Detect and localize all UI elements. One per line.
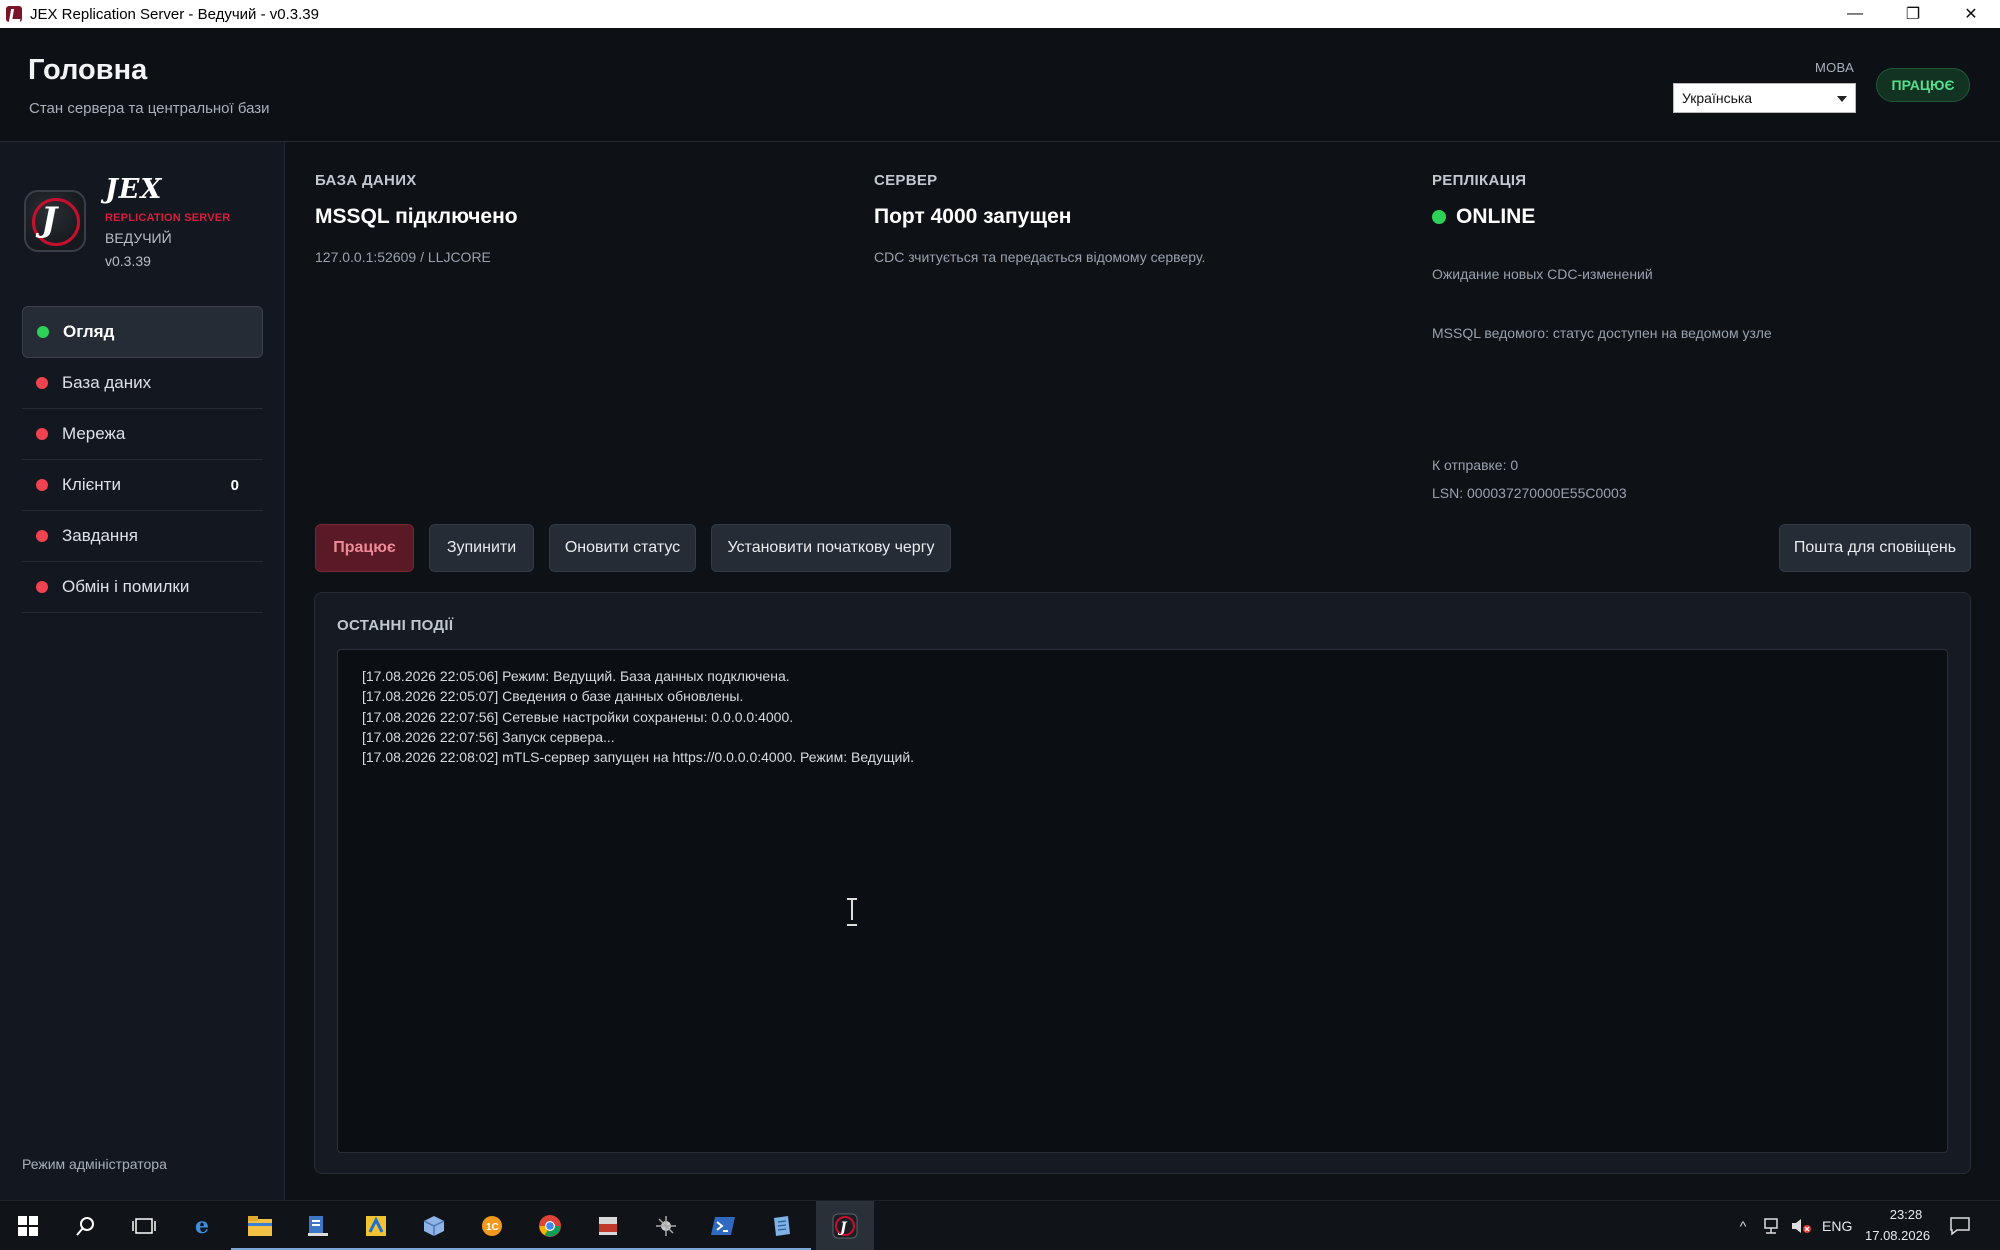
sidebar-nav: Огляд База даних Мережа Клієнти 0 Завдан… xyxy=(22,306,263,613)
close-button[interactable]: ✕ xyxy=(1942,0,2000,28)
language-select-value: Українська xyxy=(1682,90,1753,106)
notifications-icon[interactable] xyxy=(1944,1210,1976,1242)
running-button[interactable]: Працює xyxy=(315,524,414,572)
sidebar: J JEX REPLICATION SERVER ВЕДУЧИЙ v0.3.39… xyxy=(0,142,285,1200)
logo: J xyxy=(24,190,86,252)
window-controls: — ❐ ✕ xyxy=(1826,0,2000,28)
server-card: СЕРВЕР Порт 4000 запущен CDC зчитується … xyxy=(874,172,1205,265)
file-explorer-icon[interactable] xyxy=(231,1210,289,1250)
clock-time[interactable]: 23:28 xyxy=(1878,1207,1934,1222)
refresh-status-button[interactable]: Оновити статус xyxy=(549,524,696,572)
jex-taskbar-icon[interactable]: J xyxy=(816,1201,874,1250)
window-titlebar: JEX Replication Server - Ведучий - v0.3.… xyxy=(0,0,2000,28)
status-dot-icon xyxy=(36,581,48,593)
app-icon-5[interactable] xyxy=(579,1210,637,1250)
sidebar-item-network[interactable]: Мережа xyxy=(22,409,263,460)
sidebar-item-overview[interactable]: Огляд xyxy=(22,306,263,358)
replication-status-text: ONLINE xyxy=(1456,205,1536,228)
replication-card: РЕПЛІКАЦІЯ ONLINE Ожидание новых CDC-изм… xyxy=(1432,172,1952,501)
app-icon xyxy=(6,6,22,22)
app-icon-4[interactable]: 1C xyxy=(463,1210,521,1250)
chevron-down-icon xyxy=(1837,96,1847,102)
task-view-icon[interactable] xyxy=(128,1210,160,1242)
windows-start-icon[interactable] xyxy=(12,1210,44,1242)
notification-email-button[interactable]: Пошта для сповіщень xyxy=(1779,524,1971,572)
chevron-up-icon[interactable]: ^ xyxy=(1727,1210,1759,1242)
server-card-note: CDC зчитується та передається відомому с… xyxy=(874,249,1206,265)
sidebar-item-label: Обмін і помилки xyxy=(62,577,190,596)
online-status-icon xyxy=(1432,210,1446,224)
clock-date[interactable]: 17.08.2026 xyxy=(1865,1228,1930,1243)
status-dot-icon xyxy=(37,326,49,338)
input-language-indicator[interactable]: ENG xyxy=(1822,1218,1852,1234)
database-card: БАЗА ДАНИХ MSSQL підключено 127.0.0.1:52… xyxy=(315,172,518,265)
brand-subtitle: REPLICATION SERVER xyxy=(105,212,231,224)
recent-events-panel: ОСТАННІ ПОДІЇ [17.08.2026 22:05:06] Режи… xyxy=(314,592,1971,1174)
brand-role: ВЕДУЧИЙ xyxy=(105,230,172,246)
app-icon-7[interactable] xyxy=(753,1210,811,1250)
replication-note-waiting: Ожидание новых CDC-изменений xyxy=(1432,266,1653,282)
replication-lsn: LSN: 000037270000E55C0003 xyxy=(1432,485,1627,501)
events-log[interactable]: [17.08.2026 22:05:06] Режим: Ведущий. Ба… xyxy=(337,649,1948,1153)
replication-card-label: РЕПЛІКАЦІЯ xyxy=(1432,172,1527,189)
sidebar-item-exchange-errors[interactable]: Обмін і помилки xyxy=(22,562,263,613)
database-card-value: MSSQL підключено xyxy=(315,205,518,228)
search-icon[interactable] xyxy=(70,1210,102,1242)
log-line: [17.08.2026 22:08:02] mTLS-сервер запуще… xyxy=(362,749,915,766)
replication-pending: К отправке: 0 xyxy=(1432,457,1519,473)
volume-muted-icon[interactable] xyxy=(1785,1210,1817,1242)
set-initial-queue-button[interactable]: Установити початкову чергу xyxy=(711,524,951,572)
log-line: [17.08.2026 22:05:07] Сведения о базе да… xyxy=(362,688,744,705)
sidebar-item-label: Завдання xyxy=(62,526,138,545)
window-title: JEX Replication Server - Ведучий - v0.3.… xyxy=(30,5,319,23)
brand-version: v0.3.39 xyxy=(105,253,151,269)
internet-explorer-icon[interactable]: e xyxy=(186,1210,218,1242)
app-icon-1[interactable] xyxy=(289,1210,347,1250)
logo-letter: J xyxy=(41,200,58,240)
sidebar-item-label: Огляд xyxy=(63,322,115,341)
minimize-button[interactable]: — xyxy=(1826,0,1884,28)
sidebar-item-tasks[interactable]: Завдання xyxy=(22,511,263,562)
database-card-label: БАЗА ДАНИХ xyxy=(315,172,417,189)
powershell-icon[interactable] xyxy=(695,1210,753,1250)
sidebar-item-label: Мережа xyxy=(62,424,126,443)
page-header: Головна Стан сервера та центральної бази… xyxy=(0,28,2000,142)
stop-button[interactable]: Зупинити xyxy=(429,524,534,572)
maximize-button[interactable]: ❐ xyxy=(1884,0,1942,28)
sidebar-item-database[interactable]: База даних xyxy=(22,358,263,409)
brand-name: JEX xyxy=(105,174,163,205)
status-dot-icon xyxy=(36,428,48,440)
app-icon-3[interactable] xyxy=(405,1210,463,1250)
status-dot-icon xyxy=(36,530,48,542)
server-card-value: Порт 4000 запущен xyxy=(874,205,1072,228)
replication-card-value: ONLINE xyxy=(1432,205,1952,229)
taskbar: e 1C J ^ ENG 23:28 17.08.2026 xyxy=(0,1200,2000,1250)
app-icon-2[interactable] xyxy=(347,1210,405,1250)
language-select[interactable]: Українська xyxy=(1673,83,1856,113)
text-cursor-icon xyxy=(846,898,858,926)
replication-note-slave: MSSQL ведомого: статус доступен на ведом… xyxy=(1432,325,1772,341)
chrome-icon[interactable] xyxy=(521,1210,579,1250)
log-line: [17.08.2026 22:07:56] Сетевые настройки … xyxy=(362,708,794,725)
page-title: Головна xyxy=(28,54,148,86)
log-line: [17.08.2026 22:05:06] Режим: Ведущий. Ба… xyxy=(362,668,790,684)
language-label: МОВА xyxy=(1815,60,1855,75)
app-icon-6[interactable] xyxy=(637,1210,695,1250)
server-card-label: СЕРВЕР xyxy=(874,172,938,189)
svg-text:1C: 1C xyxy=(486,1222,499,1233)
admin-mode-label: Режим адміністратора xyxy=(22,1156,167,1172)
status-dot-icon xyxy=(36,479,48,491)
recent-events-title: ОСТАННІ ПОДІЇ xyxy=(337,617,454,634)
status-badge: ПРАЦЮЄ xyxy=(1876,68,1970,102)
sidebar-item-label: База даних xyxy=(62,373,152,392)
sidebar-item-label: Клієнти xyxy=(62,475,121,494)
database-card-note: 127.0.0.1:52609 / LLJCORE xyxy=(315,249,491,265)
log-line: [17.08.2026 22:07:56] Запуск сервера... xyxy=(362,728,615,745)
status-dot-icon xyxy=(36,377,48,389)
clients-count: 0 xyxy=(230,476,239,494)
page-subtitle: Стан сервера та центральної бази xyxy=(29,100,270,117)
sidebar-item-clients[interactable]: Клієнти 0 xyxy=(22,460,263,511)
